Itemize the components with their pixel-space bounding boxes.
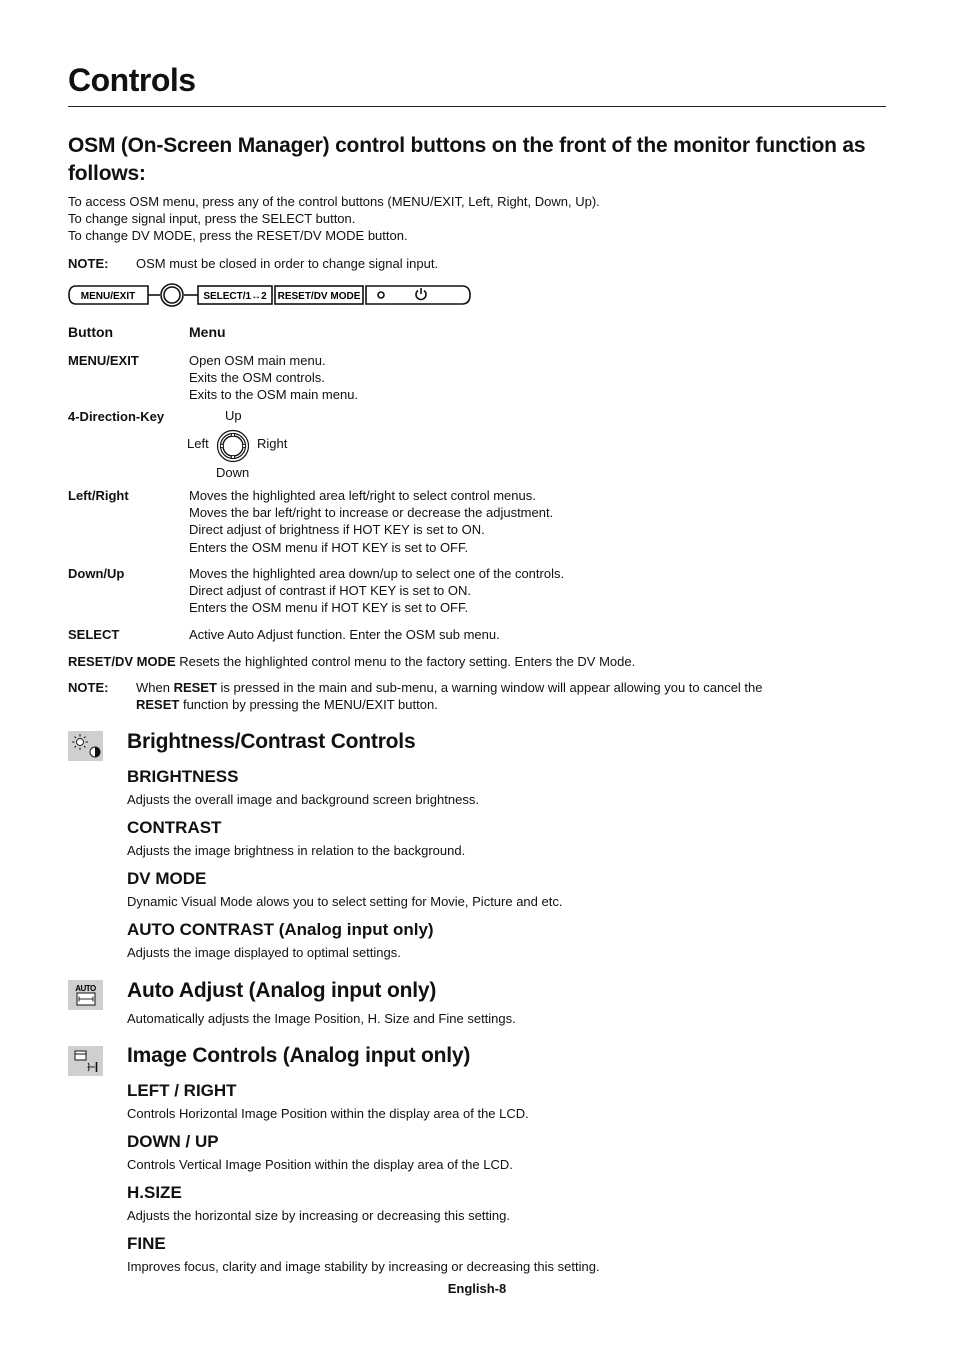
section-desc: Automatically adjusts the Image Position… <box>127 1011 516 1026</box>
reset-dv-label: RESET/DV MODE <box>278 291 361 302</box>
direction-key-icon <box>216 429 250 463</box>
table-row: RESET/DV MODE Resets the highlighted con… <box>68 653 888 670</box>
row-line: Resets the highlighted control menu to t… <box>179 654 636 669</box>
section-title: Image Controls (Analog input only) <box>127 1044 471 1067</box>
item-desc: Adjusts the horizontal size by increasin… <box>127 1208 510 1223</box>
auto-icon-label: AUTO <box>75 984 96 993</box>
item-desc: Adjusts the image brightness in relation… <box>127 843 466 858</box>
row-button: RESET/DV MODE <box>68 654 176 669</box>
item-title: FINE <box>127 1234 166 1253</box>
row-button: MENU/EXIT <box>68 353 139 368</box>
row-line: Exits the OSM controls. <box>189 370 325 386</box>
row-line: Direct adjust of brightness if HOT KEY i… <box>189 522 485 538</box>
dir-down: Down <box>216 465 250 480</box>
item-title: DOWN / UP <box>127 1132 219 1151</box>
item-title: DV MODE <box>127 869 207 888</box>
item-desc: Controls Horizontal Image Position withi… <box>127 1106 529 1121</box>
note-text: is pressed in the main and sub-menu, a w… <box>216 680 763 695</box>
row-line: Direct adjust of contrast if HOT KEY is … <box>189 583 472 599</box>
note-bold: RESET <box>173 680 217 695</box>
note-bold: RESET <box>136 697 180 713</box>
dir-up: Up <box>225 408 242 423</box>
item-desc: Adjusts the overall image and background… <box>127 792 479 807</box>
section-title: Auto Adjust (Analog input only) <box>127 979 437 1002</box>
title-divider <box>68 106 886 107</box>
brightness-contrast-icon <box>68 731 103 761</box>
intro-line: To change DV MODE, press the RESET/DV MO… <box>68 228 408 243</box>
item-title: AUTO CONTRAST (Analog input only) <box>127 920 434 939</box>
power-button-shape <box>365 285 471 305</box>
header-button: Button <box>68 324 114 340</box>
dir-right: Right <box>257 436 288 451</box>
direction-key-inner <box>163 286 181 304</box>
row-button: SELECT <box>68 627 120 642</box>
item-desc: Improves focus, clarity and image stabil… <box>127 1259 600 1274</box>
control-button-bar: MENU/EXIT SELECT/1↔2 RESET/DV MODE <box>68 283 471 307</box>
note-text: OSM must be closed in order to change si… <box>136 256 439 271</box>
item-title: H.SIZE <box>127 1183 182 1202</box>
note-text: When <box>136 680 174 695</box>
page-number: English-8 <box>447 1281 507 1296</box>
row-line: Moves the bar left/right to increase or … <box>189 505 554 521</box>
note-label: NOTE: <box>68 256 109 271</box>
note-text: function by pressing the MENU/EXIT butto… <box>179 697 438 713</box>
indicator-icon <box>377 291 385 299</box>
item-title: LEFT / RIGHT <box>127 1081 237 1100</box>
row-button: Down/Up <box>68 566 125 581</box>
section-heading: OSM (On-Screen Manager) control buttons … <box>68 134 866 185</box>
page-title: Controls <box>68 62 196 98</box>
row-line: Active Auto Adjust function. Enter the O… <box>189 627 500 642</box>
row-button: Left/Right <box>68 488 129 503</box>
row-line: Moves the highlighted area left/right to… <box>189 488 536 503</box>
row-line: Exits to the OSM main menu. <box>189 387 359 403</box>
row-line: Open OSM main menu. <box>189 353 326 368</box>
intro-line: To change signal input, press the SELECT… <box>68 211 356 226</box>
item-title: BRIGHTNESS <box>127 767 239 786</box>
menu-exit-label: MENU/EXIT <box>81 291 135 302</box>
row-line: Moves the highlighted area down/up to se… <box>189 566 565 581</box>
dir-left: Left <box>187 436 209 451</box>
direction-key-diagram: Up Left Right Down <box>187 408 317 480</box>
image-controls-icon <box>68 1046 103 1076</box>
item-desc: Controls Vertical Image Position within … <box>127 1157 513 1172</box>
row-line: Enters the OSM menu if HOT KEY is set to… <box>189 539 469 555</box>
item-title: CONTRAST <box>127 818 222 837</box>
intro-text: To access OSM menu, press any of the con… <box>68 193 600 244</box>
row-button: 4-Direction-Key <box>68 409 165 424</box>
header-menu: Menu <box>189 324 226 340</box>
section-title: Brightness/Contrast Controls <box>127 730 416 753</box>
item-desc: Dynamic Visual Mode alows you to select … <box>127 894 563 909</box>
note: NOTE: OSM must be closed in order to chan… <box>68 255 438 272</box>
intro-line: To access OSM menu, press any of the con… <box>68 194 600 209</box>
auto-adjust-icon: AUTO <box>68 980 103 1010</box>
select-label: SELECT/1↔2 <box>203 291 267 302</box>
item-desc: Adjusts the image displayed to optimal s… <box>127 945 401 960</box>
row-line: Enters the OSM menu if HOT KEY is set to… <box>189 600 469 616</box>
